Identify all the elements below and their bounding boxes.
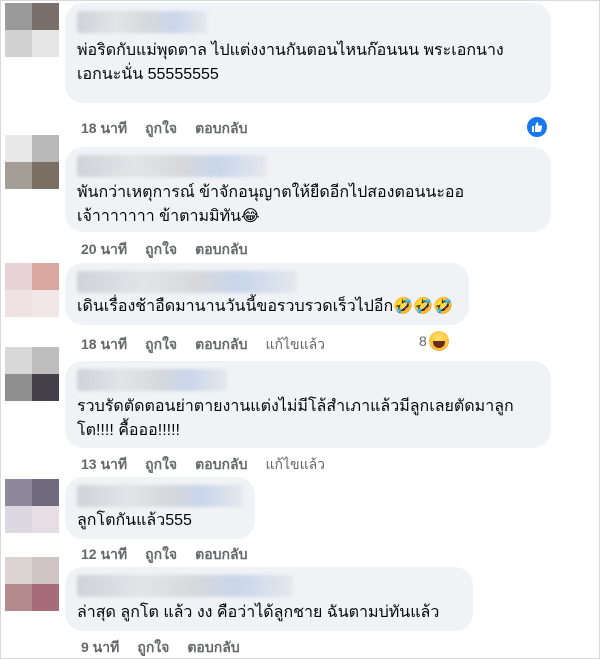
avatar-tile: [32, 374, 59, 401]
avatar-tile: [5, 506, 32, 533]
comment-actions: 18 นาที ถูกใจ ตอบกลับ: [81, 118, 247, 140]
avatar[interactable]: [5, 263, 59, 317]
comment-bubble: ลูกโตกันแล้ว555: [65, 477, 255, 539]
avatar-tile: [5, 290, 32, 317]
avatar[interactable]: [5, 557, 59, 611]
comment-time[interactable]: 12 นาที: [81, 544, 127, 566]
comment-text-line: ล่าสุด ลูกโต แล้ว งง คือว่าได้ลูกชาย ฉัน…: [77, 604, 440, 621]
comment-text-line: พันกว่าเหตุการณ์ ข้าจักอนุญาตให้ยืดอีกไป…: [77, 184, 465, 201]
avatar[interactable]: [5, 135, 59, 189]
comment-text: รวบรัดตัดตอนย่าตายงานแต่งไม่มีโล้สำเภาแล…: [77, 395, 539, 443]
comment-time[interactable]: 20 นาที: [81, 239, 127, 261]
comment-text-line: ลูกโตกันแล้ว555: [77, 512, 192, 529]
edited-label[interactable]: แก้ไขแล้ว: [265, 334, 325, 356]
avatar-tile: [32, 290, 59, 317]
comment-text: ล่าสุด ลูกโต แล้ว งง คือว่าได้ลูกชาย ฉัน…: [77, 601, 461, 625]
reply-link[interactable]: ตอบกลับ: [195, 454, 247, 476]
like-link[interactable]: ถูกใจ: [145, 544, 177, 566]
avatar-tile: [32, 162, 59, 189]
comment-text-line: รวบรัดตัดตอนย่าตายงานแต่งไม่มีโล้สำเภาแล…: [77, 398, 514, 415]
comment-actions: 20 นาที ถูกใจ ตอบกลับ: [81, 239, 247, 261]
comment-actions: 12 นาที ถูกใจ ตอบกลับ: [81, 544, 247, 566]
comment-bubble: พ่อริดกับแม่พุดตาล ไปแต่งงานกันตอนไหนก๊อ…: [65, 3, 551, 103]
avatar-tile: [32, 506, 59, 533]
avatar-tile: [32, 3, 59, 30]
avatar-tile: [5, 347, 32, 374]
author-name-blurred[interactable]: [77, 271, 297, 293]
author-name-blurred[interactable]: [77, 155, 267, 177]
author-name-blurred[interactable]: [77, 575, 293, 597]
edited-label[interactable]: แก้ไขแล้ว: [265, 454, 325, 476]
like-reaction-icon[interactable]: [525, 115, 549, 139]
like-link[interactable]: ถูกใจ: [145, 454, 177, 476]
like-link[interactable]: ถูกใจ: [145, 239, 177, 261]
avatar[interactable]: [5, 479, 59, 533]
comment-text-line: เอกนะนั่น 55555555: [77, 66, 219, 83]
avatar-tile: [32, 135, 59, 162]
comment-bubble: เดินเรื่องช้าอืดมานานวันนี้ขอรวบรวดเร็วไ…: [65, 263, 469, 325]
comment-time[interactable]: 18 นาที: [81, 118, 127, 140]
author-name-blurred[interactable]: [77, 485, 243, 507]
avatar-tile: [5, 30, 32, 57]
avatar-tile: [32, 557, 59, 584]
comment-text-line: เจ้าาาาาาา ข้าตามมิทัน😂: [77, 208, 260, 225]
comment-bubble: ล่าสุด ลูกโต แล้ว งง คือว่าได้ลูกชาย ฉัน…: [65, 567, 473, 631]
avatar-tile: [5, 557, 32, 584]
comment-time[interactable]: 18 นาที: [81, 334, 127, 356]
comment-text-line: โต!!!! คื้อออ!!!!!: [77, 422, 180, 439]
reply-link[interactable]: ตอบกลับ: [187, 637, 239, 659]
author-name-blurred[interactable]: [77, 369, 227, 391]
comment-time[interactable]: 13 นาที: [81, 454, 127, 476]
author-name-blurred[interactable]: [77, 11, 207, 33]
like-link[interactable]: ถูกใจ: [137, 637, 169, 659]
comment-text: พันกว่าเหตุการณ์ ข้าจักอนุญาตให้ยืดอีกไป…: [77, 181, 539, 229]
avatar-tile: [5, 3, 32, 30]
avatar-tile: [5, 479, 32, 506]
avatar-tile: [5, 135, 32, 162]
avatar[interactable]: [5, 347, 59, 401]
comment-text-line: พ่อริดกับแม่พุดตาล ไปแต่งงานกันตอนไหนก๊อ…: [77, 42, 504, 59]
avatar-tile: [32, 479, 59, 506]
haha-reaction-icon: [428, 331, 449, 351]
avatar-tile: [5, 263, 32, 290]
reaction-summary[interactable]: 8: [419, 331, 449, 351]
avatar-tile: [5, 374, 32, 401]
reaction-count: 8: [419, 333, 427, 349]
reply-link[interactable]: ตอบกลับ: [195, 544, 247, 566]
like-link[interactable]: ถูกใจ: [145, 118, 177, 140]
avatar-tile: [5, 162, 32, 189]
comment-text-line: เดินเรื่องช้าอืดมานานวันนี้ขอรวบรวดเร็วไ…: [77, 298, 453, 315]
avatar-tile: [32, 347, 59, 374]
comment-actions: 9 นาที ถูกใจ ตอบกลับ: [81, 637, 240, 659]
reply-link[interactable]: ตอบกลับ: [195, 118, 247, 140]
comment-text: ลูกโตกันแล้ว555: [77, 509, 243, 533]
comment-text: พ่อริดกับแม่พุดตาล ไปแต่งงานกันตอนไหนก๊อ…: [77, 39, 539, 87]
avatar[interactable]: [5, 3, 59, 57]
avatar-tile: [32, 263, 59, 290]
comment-bubble: พันกว่าเหตุการณ์ ข้าจักอนุญาตให้ยืดอีกไป…: [65, 147, 551, 232]
avatar-tile: [32, 584, 59, 611]
comment-text: เดินเรื่องช้าอืดมานานวันนี้ขอรวบรวดเร็วไ…: [77, 295, 457, 319]
avatar-tile: [5, 584, 32, 611]
avatar-tile: [32, 30, 59, 57]
like-link[interactable]: ถูกใจ: [145, 334, 177, 356]
reply-link[interactable]: ตอบกลับ: [195, 334, 247, 356]
reply-link[interactable]: ตอบกลับ: [195, 239, 247, 261]
comment-actions: 13 นาที ถูกใจ ตอบกลับ แก้ไขแล้ว: [81, 454, 325, 476]
comment-actions: 18 นาที ถูกใจ ตอบกลับ แก้ไขแล้ว: [81, 334, 325, 356]
comment-bubble: รวบรัดตัดตอนย่าตายงานแต่งไม่มีโล้สำเภาแล…: [65, 361, 551, 448]
comment-time[interactable]: 9 นาที: [81, 637, 119, 659]
